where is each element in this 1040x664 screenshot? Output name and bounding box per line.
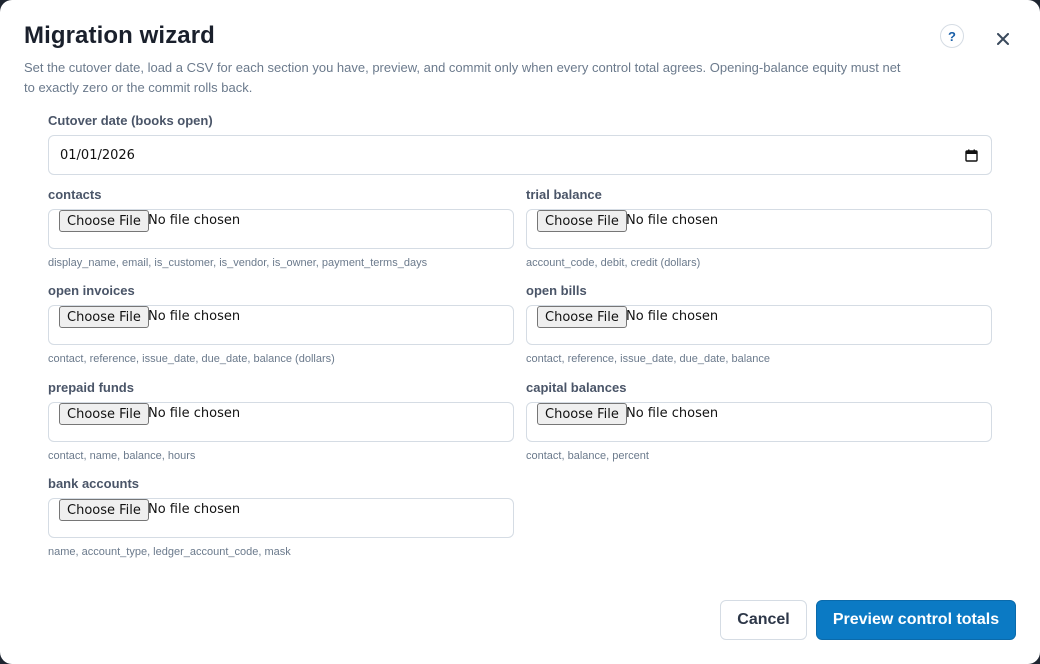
file-status: No file chosen <box>148 213 241 228</box>
section-hint-trial-balance: account_code, debit, credit (dollars) <box>526 257 701 269</box>
cutover-date-label: Cutover date (books open) <box>48 113 213 128</box>
file-input-open-bills[interactable]: Choose File No file chosen <box>526 305 992 345</box>
section-hint-open-invoices: contact, reference, issue_date, due_date… <box>48 353 335 365</box>
close-button[interactable] <box>992 28 1014 50</box>
section-label-open-invoices: open invoices <box>48 283 135 298</box>
preview-control-totals-button[interactable]: Preview control totals <box>816 600 1016 640</box>
close-icon <box>997 33 1009 45</box>
file-input-open-invoices[interactable]: Choose File No file chosen <box>48 305 514 345</box>
section-label-open-bills: open bills <box>526 283 587 298</box>
file-status: No file chosen <box>148 502 241 517</box>
section-hint-capital-balances: contact, balance, percent <box>526 450 649 462</box>
file-status: No file chosen <box>626 213 719 228</box>
section-label-bank-accounts: bank accounts <box>48 476 140 491</box>
migration-wizard-dialog: Migration wizard Set the cutover date, l… <box>0 0 1040 664</box>
file-status: No file chosen <box>626 406 719 421</box>
file-input-bank-accounts[interactable]: Choose File No file chosen <box>48 498 514 538</box>
file-input-trial-balance[interactable]: Choose File No file chosen <box>526 209 992 249</box>
section-hint-prepaid-funds: contact, name, balance, hours <box>48 450 196 462</box>
help-button[interactable]: ? <box>940 24 964 48</box>
cutover-date-input[interactable]: 01/01/2026 <box>48 135 992 175</box>
file-status: No file chosen <box>148 309 241 324</box>
choose-file-button[interactable]: Choose File <box>59 210 149 232</box>
choose-file-button[interactable]: Choose File <box>59 306 149 328</box>
section-label-contacts: contacts <box>48 187 102 202</box>
dialog-subtitle: Set the cutover date, load a CSV for eac… <box>24 60 901 95</box>
file-status: No file chosen <box>148 406 241 421</box>
file-input-capital-balances[interactable]: Choose File No file chosen <box>526 402 992 442</box>
calendar-icon[interactable] <box>965 149 978 162</box>
choose-file-button[interactable]: Choose File <box>537 306 627 328</box>
section-hint-contacts: display_name, email, is_customer, is_ven… <box>48 257 428 269</box>
section-label-prepaid-funds: prepaid funds <box>48 380 134 395</box>
section-hint-bank-accounts: name, account_type, ledger_account_code,… <box>48 546 291 558</box>
file-status: No file chosen <box>626 309 719 324</box>
file-input-contacts[interactable]: Choose File No file chosen <box>48 209 514 249</box>
choose-file-button[interactable]: Choose File <box>59 499 149 521</box>
choose-file-button[interactable]: Choose File <box>59 403 149 425</box>
file-input-prepaid-funds[interactable]: Choose File No file chosen <box>48 402 514 442</box>
cancel-button[interactable]: Cancel <box>720 600 807 640</box>
choose-file-button[interactable]: Choose File <box>537 403 627 425</box>
section-hint-open-bills: contact, reference, issue_date, due_date… <box>526 353 771 365</box>
section-label-trial-balance: trial balance <box>526 187 602 202</box>
cutover-date-value: 01/01/2026 <box>60 147 135 163</box>
choose-file-button[interactable]: Choose File <box>537 210 627 232</box>
section-label-capital-balances: capital balances <box>526 380 627 395</box>
dialog-title: Migration wizard <box>24 22 215 49</box>
